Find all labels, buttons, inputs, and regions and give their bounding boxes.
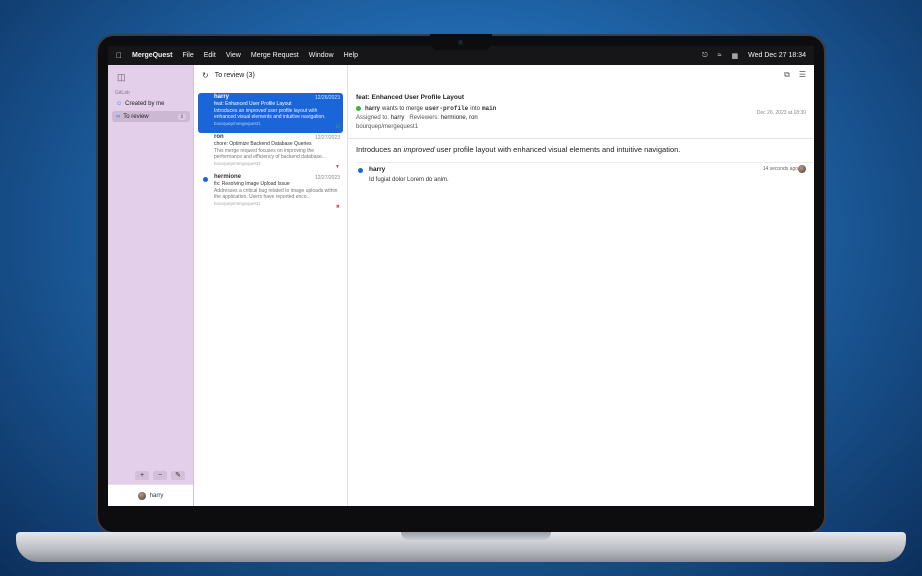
comment: harry 14 seconds ago Id fugiat dolor Lor… bbox=[356, 165, 806, 183]
thumbs-down-icon: ▼ bbox=[335, 164, 340, 170]
mr-repo: bourquep/mergequest1 bbox=[214, 201, 261, 206]
mr-description: Introduces an improved user profile layo… bbox=[214, 108, 326, 120]
menu-help[interactable]: Help bbox=[344, 52, 358, 59]
list-item[interactable]: harry 12/26/2023 feat: Enhanced User Pro… bbox=[198, 93, 343, 133]
list-title: To review (3) bbox=[214, 72, 255, 79]
mr-description: Addresses a critical bug related to imag… bbox=[214, 188, 338, 200]
mr-title: chore: Optimize Backend Database Queries bbox=[214, 141, 312, 147]
menu-edit[interactable]: Edit bbox=[204, 52, 216, 59]
unread-dot-icon bbox=[358, 168, 363, 173]
mr-author: ron bbox=[214, 134, 224, 140]
mr-date: 12/26/2023 bbox=[314, 95, 340, 101]
sidebar-item-to-review[interactable]: ∞ To review ⇕ bbox=[112, 111, 190, 122]
merge-info: harry wants to merge user-profile into m… bbox=[356, 105, 806, 112]
edit-icon[interactable]: ✎ bbox=[171, 471, 185, 480]
unread-dot-icon bbox=[203, 177, 208, 182]
wifi-icon[interactable]: ≈ bbox=[718, 52, 722, 59]
person-icon: ☺ bbox=[116, 100, 123, 107]
sidebar-tools: + − ✎ bbox=[135, 471, 185, 480]
merge-author: harry bbox=[365, 105, 381, 112]
mr-title: feat: Enhanced User Profile Layout bbox=[214, 101, 292, 107]
clock[interactable]: Wed Dec 27 18:34 bbox=[748, 52, 806, 59]
avatar bbox=[798, 165, 806, 173]
divider bbox=[356, 162, 814, 163]
check-icon: ☑ bbox=[335, 124, 340, 130]
source-branch: user-profile bbox=[425, 105, 469, 112]
detail-toolbar: ⧉ ☰ bbox=[784, 70, 806, 80]
divider bbox=[348, 138, 814, 139]
mr-description: This merge request focuses on improving … bbox=[214, 148, 326, 160]
menu-view[interactable]: View bbox=[226, 52, 241, 59]
merge-status-icon[interactable]: ⎋ bbox=[702, 52, 708, 60]
menu-window[interactable]: Window bbox=[309, 52, 334, 59]
laptop-base bbox=[16, 532, 906, 562]
reviewers-label: Reviewers: bbox=[409, 115, 440, 121]
target-branch: main bbox=[481, 105, 497, 112]
assigned-label: Assigned to: bbox=[356, 115, 390, 121]
apple-icon[interactable]:  bbox=[116, 51, 122, 60]
comment-time: 14 seconds ago bbox=[762, 166, 798, 172]
user-bar[interactable]: harry bbox=[108, 484, 193, 506]
detail-title: feat: Enhanced User Profile Layout bbox=[356, 94, 464, 101]
detail-repo: bourquep/mergequest1 bbox=[356, 124, 419, 130]
status-dot-icon bbox=[356, 106, 361, 111]
add-icon[interactable]: + bbox=[135, 471, 149, 480]
user-name: harry bbox=[149, 492, 164, 499]
menu-file[interactable]: File bbox=[182, 52, 193, 59]
x-mark-icon: ✖ bbox=[335, 204, 340, 210]
list-toolbar: ↻ To review (3) bbox=[194, 65, 348, 86]
mr-date: 12/27/2023 bbox=[314, 135, 340, 141]
detail-description: Introduces an improved user profile layo… bbox=[356, 145, 681, 154]
avatar bbox=[137, 491, 146, 500]
detail-date: Dec 26, 2023 at 18:30 bbox=[756, 110, 806, 116]
sidebar-section-label: GitLab bbox=[115, 90, 130, 96]
merge-request-list: harry 12/26/2023 feat: Enhanced User Pro… bbox=[198, 93, 343, 213]
checklist-icon[interactable]: ☰ bbox=[799, 70, 806, 80]
remove-icon[interactable]: − bbox=[153, 471, 167, 480]
camera-notch bbox=[430, 34, 492, 50]
assignee: harry bbox=[390, 115, 405, 121]
mr-author: hermione bbox=[214, 174, 242, 180]
mr-repo: bourquep/mergequest3 bbox=[214, 161, 261, 166]
list-item[interactable]: hermione 12/27/2023 fix: Resolving Image… bbox=[198, 173, 343, 213]
list-item[interactable]: ron 12/27/2023 chore: Optimize Backend D… bbox=[198, 133, 343, 173]
mr-date: 12/27/2023 bbox=[314, 175, 340, 181]
sidebar-item-label: To review bbox=[123, 113, 149, 120]
sidebar-toggle-icon[interactable]: ◫ bbox=[117, 72, 126, 83]
into-text: into bbox=[470, 105, 480, 112]
control-center-icon[interactable]: ▦ bbox=[732, 52, 739, 60]
comment-author: harry bbox=[369, 166, 386, 173]
merge-request-detail: ⧉ ☰ feat: Enhanced User Profile Layout h… bbox=[348, 65, 814, 506]
menu-merge-request[interactable]: Merge Request bbox=[251, 52, 299, 59]
screen:  MergeQuest File Edit View Merge Reques… bbox=[108, 46, 814, 506]
open-in-browser-icon[interactable]: ⧉ bbox=[784, 70, 790, 80]
sidebar-item-label: Created by me bbox=[125, 100, 165, 107]
mr-author: harry bbox=[214, 94, 230, 100]
app-window: ◫ GitLab ☺ Created by me ∞ To review ⇕ +… bbox=[108, 65, 814, 506]
mr-title: fix: Resolving Image Upload Issue bbox=[214, 181, 290, 187]
merge-request-list-pane: ↻ To review (3) harry 12/26/2023 feat: E… bbox=[194, 65, 348, 506]
reviewers: hermione, ron bbox=[440, 115, 478, 121]
glasses-icon: ∞ bbox=[116, 113, 121, 120]
filter-stepper[interactable]: ⇕ bbox=[177, 113, 186, 120]
sidebar-item-created-by-me[interactable]: ☺ Created by me bbox=[112, 98, 190, 109]
app-name-menu[interactable]: MergeQuest bbox=[132, 52, 172, 59]
refresh-icon[interactable]: ↻ bbox=[202, 71, 209, 80]
assignment-info: Assigned to: harry Reviewers: hermione, … bbox=[356, 115, 806, 121]
merge-text: wants to merge bbox=[382, 105, 424, 112]
mr-repo: bourquep/mergequest1 bbox=[214, 121, 261, 126]
detail-header: feat: Enhanced User Profile Layout harry… bbox=[356, 94, 806, 130]
comment-text: Id fugiat dolor Lorem do anim. bbox=[369, 177, 449, 183]
sidebar: ◫ GitLab ☺ Created by me ∞ To review ⇕ +… bbox=[108, 65, 194, 506]
